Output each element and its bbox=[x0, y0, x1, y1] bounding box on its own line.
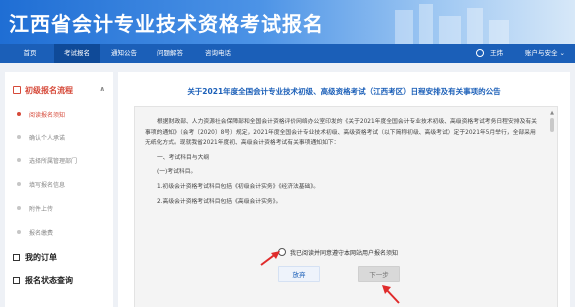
step-payment[interactable]: 报名缴费 bbox=[17, 228, 53, 237]
notice-paragraph: 一、考试科目与大纲 bbox=[157, 154, 210, 161]
give-up-button[interactable]: 放弃 bbox=[278, 266, 320, 282]
step-confirm-commitment[interactable]: 确认个人承诺 bbox=[17, 133, 65, 142]
annotation-arrow-to-next bbox=[382, 285, 400, 304]
nav-exam-registration[interactable]: 考试报名 bbox=[54, 44, 100, 63]
sidebar-registration-status[interactable]: 报名状态查询 bbox=[13, 275, 73, 286]
notice-scrollbar[interactable]: ▲ bbox=[549, 110, 555, 307]
notice-content-box[interactable]: 根据财政部、人力资源社会保障部和全国会计资格评价网络办公室印发的《关于2021年… bbox=[134, 106, 558, 307]
account-security-menu[interactable]: 账户与安全 ⌄ bbox=[525, 44, 565, 63]
site-title: 江西省会计专业技术资格考试报名 bbox=[9, 12, 324, 36]
step-dot-icon bbox=[17, 182, 21, 186]
header-banner: 江西省会计专业技术资格考试报名 bbox=[0, 0, 575, 44]
chevron-up-icon: ∧ bbox=[99, 85, 105, 93]
notice-paragraph: 根据财政部、人力资源社会保障部和全国会计资格评价网络办公室印发的《关于2021年… bbox=[145, 119, 537, 147]
notice-content: 根据财政部、人力资源社会保障部和全国会计资格评价网络办公室印发的《关于2021年… bbox=[145, 117, 541, 211]
step-upload-attachments[interactable]: 附件上传 bbox=[17, 204, 53, 213]
section-title: 初级报名流程 bbox=[25, 86, 73, 95]
agreement-checkbox[interactable]: 我已阅读并同意遵守本网站用户报名须知 bbox=[278, 248, 398, 257]
orders-icon bbox=[13, 254, 20, 261]
step-fill-info[interactable]: 填写报名信息 bbox=[17, 180, 65, 189]
notice-title: 关于2021年度全国会计专业技术初级、高级资格考试（江西考区）日程安排及有关事项… bbox=[187, 87, 501, 96]
main-panel: 关于2021年度全国会计专业技术初级、高级资格考试（江西考区）日程安排及有关事项… bbox=[118, 72, 570, 307]
nav-announcements[interactable]: 通知公告 bbox=[104, 44, 144, 63]
flow-icon bbox=[13, 86, 21, 94]
step-dot-icon bbox=[17, 206, 21, 210]
sidebar-my-orders[interactable]: 我的订单 bbox=[13, 252, 57, 263]
notice-paragraph: 1.初级会计资格考试科目包括《初级会计实务》《经济法基础》。 bbox=[157, 183, 320, 190]
top-nav: 首页 考试报名 通知公告 问题解答 咨询电话 王炜 账户与安全 ⌄ bbox=[0, 44, 575, 63]
step-read-notice[interactable]: 阅读报名须知 bbox=[17, 110, 65, 119]
step-dot-icon bbox=[17, 230, 21, 234]
sidebar: 初级报名流程 ∧ 阅读报名须知 确认个人承诺 选择所属管理部门 填写报名信息 附… bbox=[5, 72, 113, 307]
agreement-label: 我已阅读并同意遵守本网站用户报名须知 bbox=[290, 250, 399, 257]
nav-contact-phone[interactable]: 咨询电话 bbox=[196, 44, 240, 63]
next-step-button[interactable]: 下一步 bbox=[358, 266, 400, 282]
banner-decoration bbox=[395, 4, 509, 44]
user-icon bbox=[476, 49, 484, 57]
annotation-arrow-to-checkbox bbox=[260, 251, 280, 266]
step-dot-icon bbox=[17, 158, 21, 162]
step-dot-icon bbox=[17, 112, 21, 116]
notice-paragraph: 2.高级会计资格考试科目包括《高级会计实务》。 bbox=[157, 198, 282, 205]
status-icon bbox=[13, 277, 20, 284]
user-name: 王炜 bbox=[490, 49, 503, 57]
notice-paragraph: (一)考试科目。 bbox=[157, 169, 197, 176]
step-dot-icon bbox=[17, 135, 21, 139]
scroll-up-icon[interactable]: ▲ bbox=[549, 110, 555, 116]
nav-home[interactable]: 首页 bbox=[14, 44, 46, 63]
registration-process-header[interactable]: 初级报名流程 ∧ bbox=[13, 85, 109, 96]
user-info[interactable]: 王炜 bbox=[476, 44, 503, 63]
scroll-thumb[interactable] bbox=[550, 118, 554, 132]
nav-faq[interactable]: 问题解答 bbox=[150, 44, 190, 63]
step-select-department[interactable]: 选择所属管理部门 bbox=[17, 156, 77, 165]
